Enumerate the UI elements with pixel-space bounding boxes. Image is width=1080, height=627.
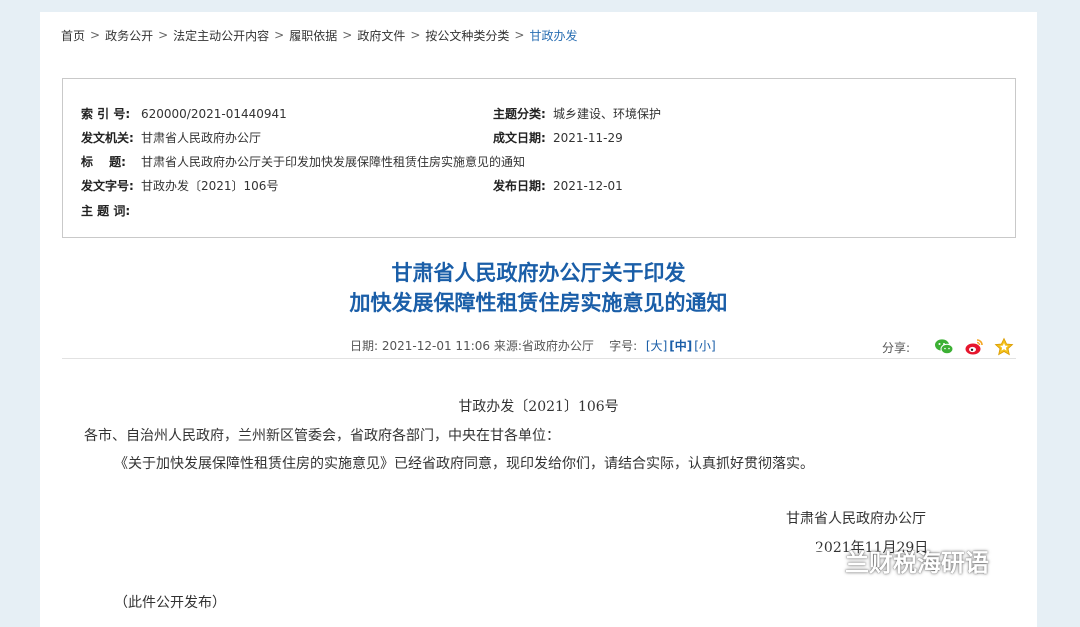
source-label: 来源:: [493, 339, 522, 353]
share-bar: 分享:: [882, 337, 1014, 357]
meta-topic-value: 城乡建设、环境保护: [553, 107, 662, 121]
font-size-small-button[interactable]: [小]: [694, 339, 715, 353]
font-size-small-label: 小: [698, 339, 711, 353]
font-size-large-label: 大: [650, 339, 663, 353]
meta-written-value: 2021-11-29: [553, 131, 623, 145]
star-icon[interactable]: [994, 337, 1014, 357]
breadcrumb-doc-type[interactable]: 按公文种类分类: [425, 27, 509, 44]
fontsize-label: 字号:: [609, 339, 638, 353]
font-size-medium-button[interactable]: [中]: [669, 339, 692, 353]
meta-written: 成文日期: 2021-11-29: [493, 129, 623, 146]
breadcrumb-sep: >: [158, 28, 169, 42]
document-metadata: 索 引 号: 620000/2021-01440941 主题分类: 城乡建设、环境保…: [62, 78, 1016, 238]
watermark-text: 兰财税海研语: [845, 549, 989, 577]
recipients: 各市、自治州人民政府，兰州新区管委会，省政府各部门，中央在甘各单位：: [84, 428, 560, 444]
content-panel: 首页 > 政务公开 > 法定主动公开内容 > 履职依据 > 政府文件 > 按公文种类分类 >…: [40, 12, 1037, 627]
meta-docno-value: 甘政办发〔2021〕106号: [141, 179, 279, 193]
meta-title-value: 甘肃省人民政府办公厅关于印发加快发展保障性租赁住房实施意见的通知: [141, 155, 526, 169]
share-label: 分享:: [882, 340, 911, 355]
meta-publish-label: 发布日期:: [493, 179, 546, 193]
meta-title-label: 标 题:: [81, 155, 126, 169]
meta-index: 索 引 号: 620000/2021-01440941: [81, 105, 287, 122]
meta-written-label: 成文日期:: [493, 131, 546, 145]
meta-topic: 主题分类: 城乡建设、环境保护: [493, 105, 661, 122]
date-value: 2021-12-01 11:06: [381, 339, 491, 353]
date-label: 日期:: [350, 339, 379, 353]
weibo-icon[interactable]: [964, 337, 984, 357]
meta-topic-label: 主题分类:: [493, 107, 546, 121]
breadcrumb-sep: >: [410, 28, 421, 42]
article-title-line2: 加快发展保障性租赁住房实施意见的通知: [349, 291, 728, 315]
watermark: 兰财税海研语: [805, 543, 989, 578]
meta-issuer: 发文机关: 甘肃省人民政府办公厅: [81, 129, 261, 146]
breadcrumb: 首页 > 政务公开 > 法定主动公开内容 > 履职依据 > 政府文件 > 按公文种类分类 >…: [61, 26, 577, 44]
meta-keywords: 主 题 词:: [81, 202, 141, 219]
signature: 甘肃省人民政府办公厅: [786, 511, 926, 527]
breadcrumb-sep: >: [342, 28, 353, 42]
public-note: （此件公开发布）: [114, 595, 226, 611]
divider: [62, 358, 1016, 359]
wechat-logo-icon: [805, 547, 841, 575]
wechat-icon[interactable]: [934, 337, 954, 357]
font-size-medium-label: 中: [674, 339, 687, 353]
meta-issuer-value: 甘肃省人民政府办公厅: [141, 131, 262, 145]
breadcrumb-statutory[interactable]: 法定主动公开内容: [173, 27, 269, 44]
meta-title: 标 题: 甘肃省人民政府办公厅关于印发加快发展保障性租赁住房实施意见的通知: [81, 153, 525, 170]
doc-number: 甘政办发〔2021〕106号: [458, 399, 619, 415]
meta-docno-label: 发文字号:: [81, 179, 134, 193]
source-value: 省政府办公厅: [521, 339, 594, 353]
breadcrumb-sep: >: [90, 28, 101, 42]
meta-keywords-label: 主 题 词:: [81, 204, 131, 218]
meta-publish: 发布日期: 2021-12-01: [493, 177, 623, 194]
breadcrumb-gov-docs[interactable]: 政府文件: [357, 27, 405, 44]
breadcrumb-gov-affairs[interactable]: 政务公开: [105, 27, 153, 44]
meta-publish-value: 2021-12-01: [553, 179, 623, 193]
paragraph: 《关于加快发展保障性租赁住房的实施意见》已经省政府同意，现印发给你们，请结合实际…: [114, 456, 814, 472]
meta-index-value: 620000/2021-01440941: [141, 107, 287, 121]
meta-issuer-label: 发文机关:: [81, 131, 134, 145]
breadcrumb-home[interactable]: 首页: [61, 27, 85, 44]
meta-docno: 发文字号: 甘政办发〔2021〕106号: [81, 177, 278, 194]
breadcrumb-sep: >: [514, 28, 525, 42]
breadcrumb-current[interactable]: 甘政办发: [529, 27, 577, 44]
meta-index-label: 索 引 号:: [81, 107, 131, 121]
article-title-line1: 甘肃省人民政府办公厅关于印发: [391, 261, 686, 285]
article-title: 甘肃省人民政府办公厅关于印发 加快发展保障性租赁住房实施意见的通知: [40, 258, 1037, 318]
font-size-large-button[interactable]: [大]: [646, 339, 667, 353]
breadcrumb-sep: >: [274, 28, 285, 42]
breadcrumb-duty-basis[interactable]: 履职依据: [289, 27, 337, 44]
article-info: 日期: 2021-12-01 11:06 来源:省政府办公厅 字号: [大] [中…: [350, 337, 717, 354]
